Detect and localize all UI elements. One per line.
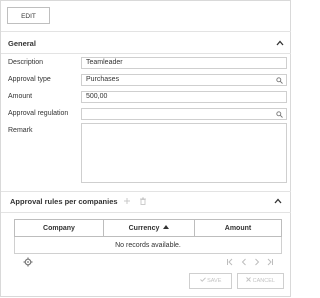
last-page-icon[interactable] bbox=[266, 258, 274, 266]
gear-icon[interactable] bbox=[23, 257, 33, 267]
amount-field[interactable]: 500,00 bbox=[81, 91, 287, 103]
amount-value: 500,00 bbox=[86, 93, 108, 100]
approval-regulation-label: Approval regulation bbox=[8, 110, 69, 117]
empty-message: No records available. bbox=[14, 236, 282, 254]
check-icon bbox=[199, 277, 206, 282]
edit-button[interactable]: EDIT bbox=[7, 7, 50, 24]
add-icon[interactable] bbox=[123, 197, 131, 205]
previous-page-icon[interactable] bbox=[240, 258, 248, 266]
approval-type-field[interactable]: Purchases bbox=[81, 74, 287, 86]
remark-textarea[interactable] bbox=[81, 123, 287, 183]
description-field[interactable]: Teamleader bbox=[81, 57, 287, 69]
divider bbox=[1, 31, 291, 32]
amount-label: Amount bbox=[8, 93, 33, 100]
rules-section-title: Approval rules per companies bbox=[10, 197, 118, 206]
approval-type-value: Purchases bbox=[86, 76, 120, 83]
cancel-button[interactable]: CANCEL bbox=[237, 273, 284, 289]
chevron-up-icon[interactable] bbox=[274, 197, 282, 205]
close-icon bbox=[246, 277, 251, 282]
description-value: Teamleader bbox=[86, 59, 123, 66]
column-header-company[interactable]: Company bbox=[14, 219, 104, 237]
column-header-amount[interactable]: Amount bbox=[194, 219, 282, 237]
chevron-up-icon[interactable] bbox=[276, 39, 284, 47]
divider bbox=[1, 212, 291, 213]
divider bbox=[1, 53, 291, 54]
approval-regulation-field[interactable] bbox=[81, 108, 287, 120]
delete-icon[interactable] bbox=[139, 197, 147, 205]
rules-table: Company Currency Amount No records avail… bbox=[14, 219, 282, 254]
next-page-icon[interactable] bbox=[253, 258, 261, 266]
search-icon[interactable] bbox=[276, 77, 283, 84]
save-button[interactable]: SAVE bbox=[189, 273, 232, 289]
approval-type-label: Approval type bbox=[8, 76, 51, 83]
divider bbox=[1, 191, 291, 192]
search-icon[interactable] bbox=[276, 111, 283, 118]
sort-ascending-icon bbox=[163, 224, 170, 229]
first-page-icon[interactable] bbox=[226, 258, 234, 266]
general-section-title: General bbox=[8, 39, 36, 48]
column-header-currency[interactable]: Currency bbox=[103, 219, 195, 237]
description-label: Description bbox=[8, 59, 44, 66]
remark-label: Remark bbox=[8, 127, 33, 134]
